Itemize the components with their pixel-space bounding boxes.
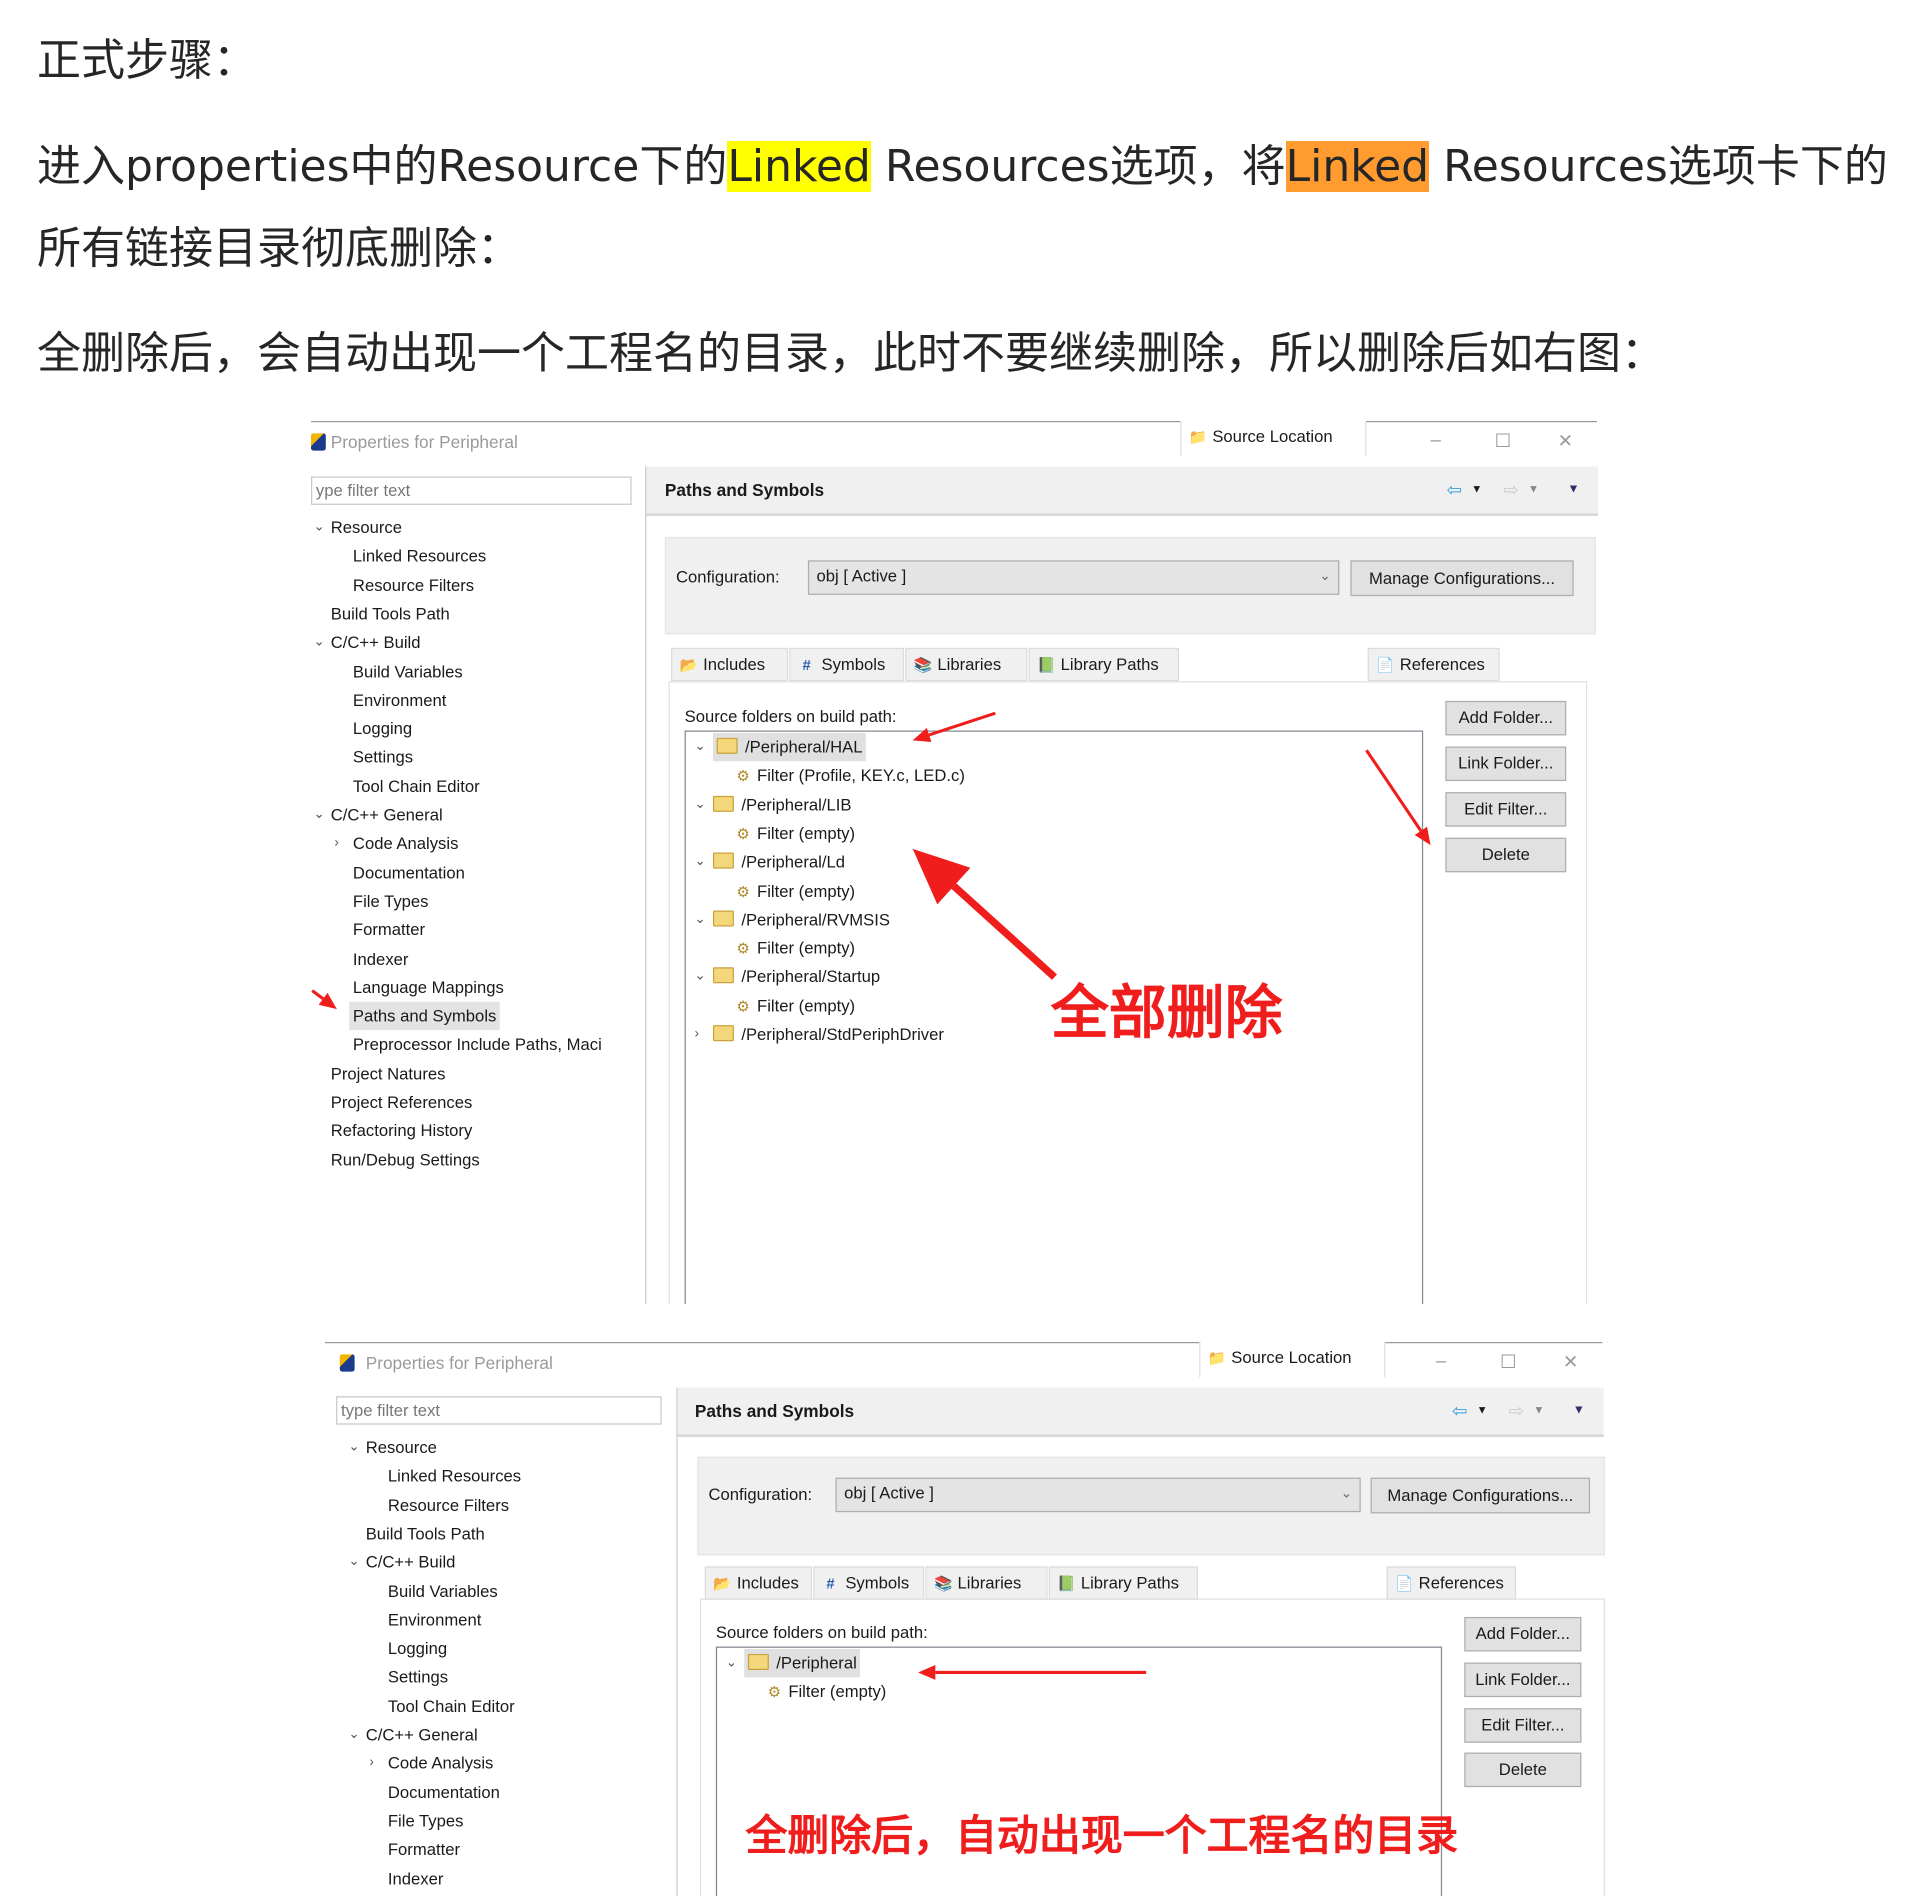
annotation-arrows <box>918 1665 1147 1680</box>
note-paragraph: 全删除后，会自动出现一个工程名的目录，此时不要继续删除，所以删除后如右图： <box>37 328 1665 379</box>
properties-dialog: Properties for Peripheral – ☐ ✕ ype filter t… <box>311 421 1598 1304</box>
red-arrow-annotation <box>1365 749 1431 846</box>
red-arrow-annotation <box>912 711 996 742</box>
properties-dialog: Properties for Peripheral – ☐ ✕ type filter … <box>325 1342 1605 1896</box>
text: Resources选项卡下的 <box>1429 141 1888 192</box>
red-arrow-annotation <box>311 989 337 1010</box>
highlight-linked-2: Linked <box>1285 141 1430 192</box>
text: Resources选项，将 <box>870 141 1286 192</box>
screenshot-dialog-after: Properties for Peripheral – ☐ ✕ type filter … <box>325 1342 1605 1896</box>
instruction-paragraph-line2: 所有链接目录彻底删除： <box>37 223 521 274</box>
red-arrow-annotation <box>912 848 1057 980</box>
section-heading: 正式步骤： <box>37 35 257 86</box>
red-arrow-annotation <box>918 1665 1147 1680</box>
text: 进入properties中的Resource下的 <box>37 141 728 192</box>
screenshot-dialog-before: Properties for Peripheral – ☐ ✕ ype filter t… <box>311 421 1598 1304</box>
instruction-paragraph: 进入properties中的Resource下的Linked Resources… <box>37 126 1888 208</box>
annotation-arrows <box>311 711 1431 1010</box>
highlight-linked-1: Linked <box>727 141 871 192</box>
